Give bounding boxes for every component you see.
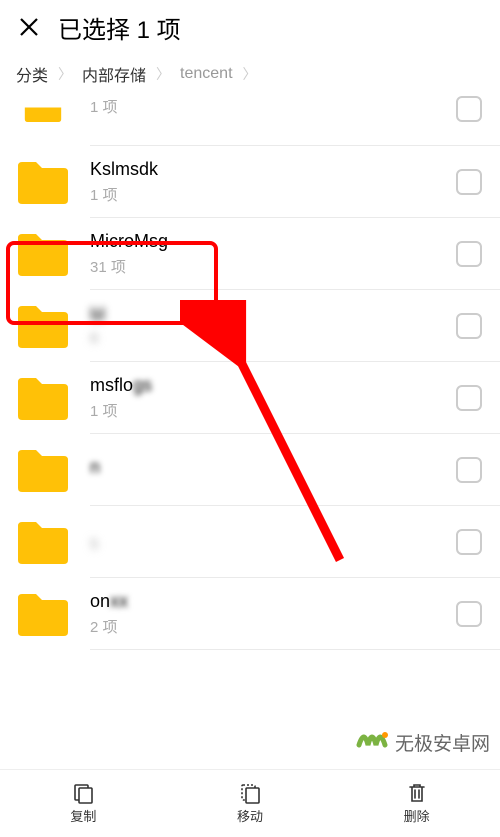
item-count: 6 (90, 330, 456, 347)
folder-icon (16, 232, 70, 276)
list-item[interactable]: Kslmsdk 1 项 (0, 146, 500, 218)
item-count: 5 (90, 536, 456, 553)
checkbox[interactable] (456, 529, 482, 555)
move-button[interactable]: 移动 (167, 770, 334, 837)
item-name: Kslmsdk (90, 159, 456, 181)
item-name: onxx (90, 591, 456, 613)
folder-list: 1 项 Kslmsdk 1 项 MicroMsg 31 项 M (0, 96, 500, 650)
item-name: MicroMsg (90, 231, 456, 253)
delete-label: 删除 (404, 806, 430, 825)
checkbox[interactable] (456, 241, 482, 267)
checkbox[interactable] (456, 96, 482, 122)
folder-icon (16, 376, 70, 420)
header: 已选择 1 项 (0, 0, 500, 56)
item-count: 1 项 (90, 184, 456, 205)
breadcrumb-item[interactable]: tencent (180, 65, 232, 83)
item-count: 1 项 (90, 400, 456, 421)
item-count: 2 项 (90, 616, 456, 637)
watermark: 无极安卓网 (355, 725, 490, 759)
item-count: 1 项 (90, 96, 456, 117)
folder-icon (16, 520, 70, 564)
close-icon[interactable] (18, 16, 40, 38)
list-item[interactable]: MicroMsg 31 项 (0, 218, 500, 290)
copy-button[interactable]: 复制 (0, 770, 167, 837)
checkbox[interactable] (456, 313, 482, 339)
list-item[interactable]: M 6 (0, 290, 500, 362)
watermark-text: 无极安卓网 (395, 729, 490, 756)
chevron-right-icon: 〉 (243, 64, 257, 84)
folder-icon (16, 160, 70, 204)
folder-icon (16, 90, 70, 122)
breadcrumb: 分类 〉 内部存储 〉 tencent 〉 (0, 56, 500, 96)
breadcrumb-item[interactable]: 内部存储 (82, 62, 146, 86)
item-name: M (90, 305, 456, 327)
watermark-logo-icon (355, 725, 389, 759)
checkbox[interactable] (456, 601, 482, 627)
item-name: n (90, 457, 456, 479)
page-title: 已选择 1 项 (58, 10, 181, 45)
copy-icon (72, 782, 94, 804)
bottom-toolbar: 复制 移动 删除 (0, 769, 500, 837)
chevron-right-icon: 〉 (156, 64, 170, 84)
folder-icon (16, 592, 70, 636)
checkbox[interactable] (456, 385, 482, 411)
move-label: 移动 (237, 806, 263, 825)
trash-icon (406, 782, 428, 804)
list-item[interactable]: n (0, 434, 500, 506)
list-item[interactable]: 1 项 (0, 96, 500, 146)
chevron-right-icon: 〉 (58, 64, 72, 84)
item-name: msflogs (90, 375, 456, 397)
folder-icon (16, 304, 70, 348)
copy-label: 复制 (70, 806, 96, 825)
item-count: 31 项 (90, 256, 456, 277)
folder-icon (16, 448, 70, 492)
checkbox[interactable] (456, 457, 482, 483)
list-item[interactable]: onxx 2 项 (0, 578, 500, 650)
move-icon (239, 782, 261, 804)
delete-button[interactable]: 删除 (333, 770, 500, 837)
list-item[interactable]: 5 (0, 506, 500, 578)
checkbox[interactable] (456, 169, 482, 195)
breadcrumb-item[interactable]: 分类 (16, 62, 48, 86)
list-item[interactable]: msflogs 1 项 (0, 362, 500, 434)
